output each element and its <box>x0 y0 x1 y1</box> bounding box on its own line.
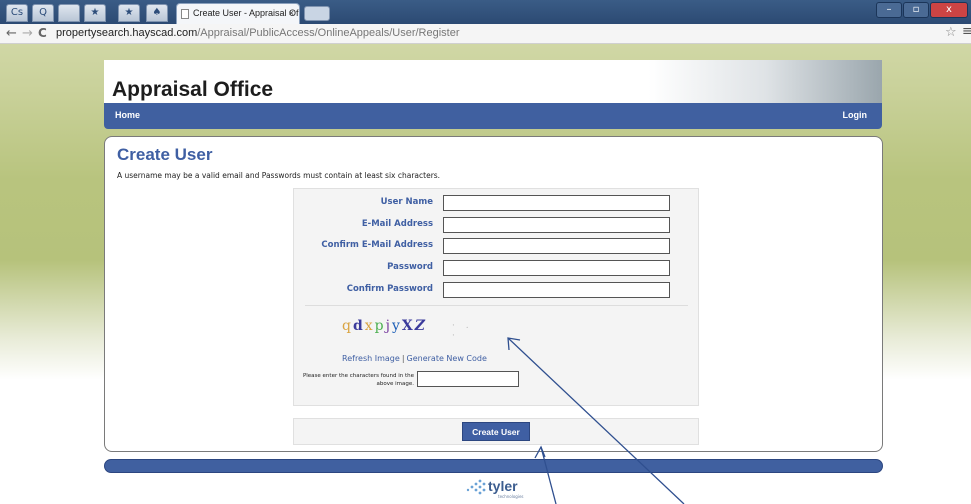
captcha-char: x <box>364 318 375 334</box>
reload-icon[interactable]: C <box>38 26 47 40</box>
bookmark-star-icon[interactable]: ☆ <box>945 25 957 40</box>
captcha-prompt: Please enter the characters found in the… <box>302 373 414 387</box>
pinned-tab-2[interactable]: Q <box>32 4 54 22</box>
url-path: /Appraisal/PublicAccess/OnlineAppeals/Us… <box>197 27 460 39</box>
pinned-tab-4[interactable]: ★ <box>84 4 106 22</box>
captcha-char: Z <box>414 318 428 334</box>
captcha-char: d <box>352 318 365 334</box>
captcha-noise: · . · <box>452 321 473 341</box>
new-tab-button[interactable] <box>304 6 330 21</box>
username-label: User Name <box>380 197 433 207</box>
captcha-char: X <box>401 318 415 334</box>
pinned-tab-5[interactable]: ★ <box>118 4 140 22</box>
tyler-logo-subtext: technologies <box>498 494 524 499</box>
username-input[interactable] <box>443 195 670 211</box>
captcha-image: qdxpjyXZ · . · <box>342 318 482 352</box>
pinned-tab-3[interactable] <box>58 4 80 22</box>
browser-toolbar: ← → C propertysearch.hayscad.com/Apprais… <box>0 24 971 44</box>
browser-title-bar: Cs Q ★ ★ ♠ Create User - Appraisal Of × … <box>0 0 971 24</box>
form-divider <box>305 305 688 306</box>
forward-arrow-icon[interactable]: → <box>22 26 33 41</box>
confirm-email-input[interactable] <box>443 238 670 254</box>
url-host: propertysearch.hayscad.com <box>56 27 198 39</box>
captcha-char: y <box>391 318 402 334</box>
email-input[interactable] <box>443 217 670 233</box>
active-browser-tab[interactable]: Create User - Appraisal Of × <box>176 3 300 24</box>
generate-new-code-link[interactable]: Generate New Code <box>407 354 487 363</box>
captcha-links: Refresh Image | Generate New Code <box>342 354 487 363</box>
captcha-char: p <box>374 318 386 334</box>
address-bar[interactable]: propertysearch.hayscad.com/Appraisal/Pub… <box>56 27 460 39</box>
tab-close-icon[interactable]: × <box>289 4 294 23</box>
link-separator: | <box>401 354 405 363</box>
browser-menu-icon[interactable]: ≡ <box>962 24 971 39</box>
minimize-button[interactable]: – <box>876 2 902 18</box>
back-arrow-icon[interactable]: ← <box>6 26 17 41</box>
nav-home-link[interactable]: Home <box>115 110 140 120</box>
pinned-tab-6[interactable]: ♠ <box>146 4 168 22</box>
confirm-password-input[interactable] <box>443 282 670 298</box>
main-nav-bar: Home Login <box>104 103 882 129</box>
create-user-button[interactable]: Create User <box>462 422 530 441</box>
password-label: Password <box>387 262 433 272</box>
email-label: E-Mail Address <box>361 219 433 229</box>
password-input[interactable] <box>443 260 670 276</box>
footer-bar <box>104 459 883 473</box>
tyler-logo-text: tyler <box>488 478 518 494</box>
confirm-email-label: Confirm E-Mail Address <box>321 240 433 250</box>
captcha-input[interactable] <box>417 371 519 387</box>
confirm-password-label: Confirm Password <box>346 284 433 294</box>
page-title: Create User <box>117 145 213 164</box>
captcha-char: q <box>342 318 353 334</box>
site-title: Appraisal Office <box>112 78 274 101</box>
maximize-button[interactable]: ▫ <box>903 2 929 18</box>
page-icon <box>181 9 189 19</box>
nav-login-link[interactable]: Login <box>843 110 868 120</box>
pinned-tab-1[interactable]: Cs <box>6 4 28 22</box>
instructions-text: A username may be a valid email and Pass… <box>117 171 441 180</box>
refresh-image-link[interactable]: Refresh Image <box>342 354 400 363</box>
annotation-arrow-to-button <box>540 446 557 504</box>
window-close-button[interactable]: x <box>930 2 968 18</box>
tab-title: Create User - Appraisal Of <box>193 8 299 18</box>
